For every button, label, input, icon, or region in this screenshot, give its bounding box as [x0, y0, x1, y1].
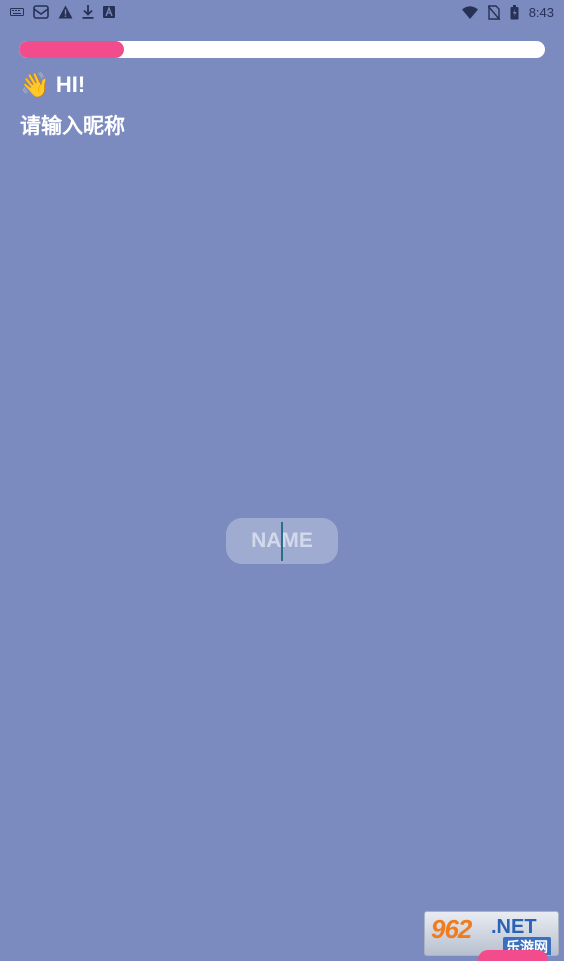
- progress-fill: [19, 41, 125, 58]
- font-icon: [103, 6, 115, 18]
- download-icon: [82, 5, 94, 19]
- battery-icon: [510, 4, 519, 20]
- mailbox-icon: [33, 4, 49, 20]
- warning-icon: [58, 5, 73, 19]
- status-bar: 8:43: [0, 0, 564, 24]
- watermark-suffix: .NET: [491, 916, 537, 938]
- greeting: 👋 HI!: [20, 71, 85, 99]
- status-bar-notifications: [0, 4, 115, 20]
- watermark-number: 962: [431, 914, 472, 944]
- status-time: 8:43: [528, 4, 554, 20]
- status-bar-system: 8:43: [461, 4, 564, 20]
- keyboard-icon: [10, 7, 24, 17]
- waving-hand-icon: 👋: [20, 71, 50, 99]
- no-sim-icon: [487, 4, 500, 20]
- greeting-text: HI!: [55, 72, 86, 97]
- next-button[interactable]: [478, 950, 548, 961]
- text-cursor: [281, 522, 283, 561]
- onboarding-progress-bar: [19, 41, 545, 58]
- page-title: 请输入昵称: [20, 114, 125, 138]
- wifi-icon: [461, 5, 478, 19]
